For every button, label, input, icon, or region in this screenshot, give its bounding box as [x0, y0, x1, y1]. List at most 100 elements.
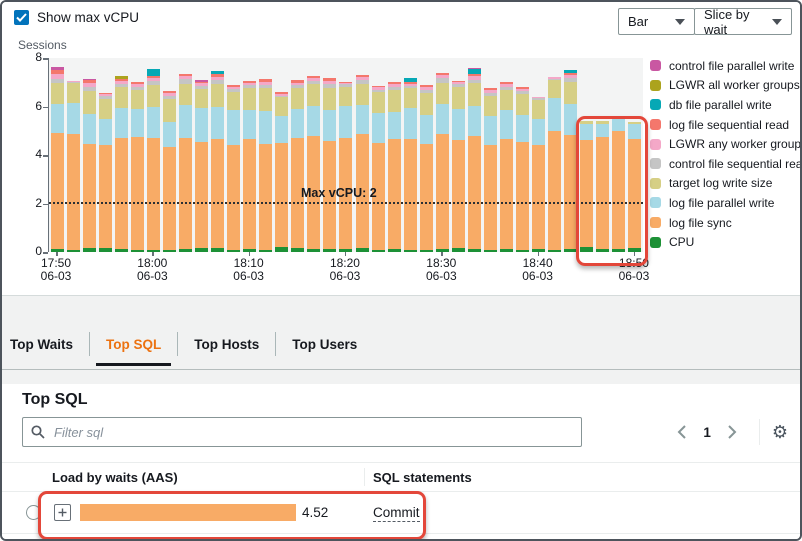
previous-page-button[interactable] [669, 419, 695, 445]
stacked-bar[interactable] [131, 82, 144, 252]
stacked-bar[interactable] [211, 71, 224, 252]
stacked-bar[interactable] [372, 86, 385, 252]
stacked-bar[interactable] [548, 77, 561, 252]
pager-divider [759, 419, 760, 445]
stacked-bar[interactable] [436, 73, 449, 252]
y-tick-mark [43, 252, 48, 254]
tab-top-waits[interactable]: Top Waits [10, 337, 89, 352]
legend-item[interactable]: log file parallel write [650, 193, 802, 213]
tab-top-users[interactable]: Top Users [276, 337, 373, 352]
tab-top-hosts[interactable]: Top Hosts [178, 337, 275, 352]
show-max-vcpu-checkbox[interactable] [14, 10, 29, 25]
legend-label: log file sync [669, 216, 732, 230]
page-number[interactable]: 1 [695, 425, 719, 440]
bar-segment [131, 90, 144, 109]
bar-segment [147, 107, 160, 139]
bar-segment [115, 249, 128, 252]
bar-segment [339, 87, 352, 106]
bar-segment [372, 92, 385, 113]
chart-type-select[interactable]: Bar [618, 8, 695, 35]
bar-segment [356, 248, 369, 252]
bar-segment [163, 250, 176, 252]
stacked-bar[interactable] [468, 68, 481, 252]
legend-swatch [650, 139, 661, 150]
legend-item[interactable]: target log write size [650, 174, 802, 194]
stacked-bar[interactable] [179, 74, 192, 252]
row-highlight-box [38, 491, 426, 540]
stacked-bar[interactable] [532, 97, 545, 252]
column-header-load-by-waits[interactable]: Load by waits (AAS) [52, 470, 178, 485]
bar-segment [227, 145, 240, 249]
stacked-bar[interactable] [291, 80, 304, 252]
tab-top-sql[interactable]: Top SQL [90, 337, 177, 352]
legend-item[interactable]: control file parallel write [650, 56, 802, 76]
settings-gear-button[interactable]: ⚙ [770, 421, 790, 443]
stacked-bar[interactable] [388, 82, 401, 252]
y-tick-mark [43, 155, 48, 157]
next-page-button[interactable] [719, 419, 745, 445]
legend-item[interactable]: log file sequential read [650, 115, 802, 135]
wait-events-legend: control file parallel write LGWR all work… [650, 56, 802, 252]
slice-by-select[interactable]: Slice by wait [694, 8, 792, 35]
stacked-bar[interactable] [452, 81, 465, 252]
stacked-bar[interactable] [83, 79, 96, 252]
check-icon [16, 13, 27, 22]
legend-item[interactable]: control file sequential read [650, 154, 802, 174]
legend-item[interactable]: log file sync [650, 213, 802, 233]
chart-highlight-box [576, 116, 648, 266]
legend-label: log file parallel write [669, 196, 774, 210]
show-max-vcpu-control: Show max vCPU [14, 10, 139, 25]
legend-label: db file parallel write [669, 98, 772, 112]
stacked-bar[interactable] [420, 85, 433, 252]
stacked-bar[interactable] [67, 81, 80, 252]
stacked-bar[interactable] [195, 80, 208, 252]
stacked-bar[interactable] [484, 88, 497, 252]
column-header-sql-statements[interactable]: SQL statements [373, 470, 472, 485]
stacked-bar[interactable] [323, 78, 336, 252]
bar-segment [163, 122, 176, 146]
stacked-bar[interactable] [339, 82, 352, 252]
bar-segment [195, 248, 208, 252]
sql-filter-input[interactable] [52, 424, 573, 441]
bar-segment [420, 250, 433, 252]
sql-filter [22, 417, 582, 447]
stacked-bar[interactable] [115, 76, 128, 252]
stacked-bar[interactable] [259, 79, 272, 252]
bar-segment [323, 249, 336, 252]
stacked-bar[interactable] [51, 67, 64, 252]
stacked-bar[interactable] [99, 93, 112, 252]
stacked-bar[interactable] [356, 75, 369, 252]
stacked-bar[interactable] [147, 69, 160, 252]
legend-item[interactable]: db file parallel write [650, 95, 802, 115]
bar-segment [243, 139, 256, 249]
bar-segment [67, 134, 80, 249]
y-tick-label: 6 [24, 99, 42, 113]
bar-segment [420, 144, 433, 249]
legend-item[interactable]: LGWR all worker groups [650, 76, 802, 96]
bar-segment [420, 115, 433, 144]
legend-item[interactable]: LGWR any worker group [650, 134, 802, 154]
bar-segment [51, 83, 64, 104]
stacked-bar[interactable] [163, 91, 176, 252]
bar-segment [67, 103, 80, 135]
bar-segment [452, 140, 465, 248]
stacked-bar[interactable] [275, 92, 288, 252]
stacked-bar[interactable] [516, 87, 529, 252]
bar-segment [211, 248, 224, 252]
stacked-bar[interactable] [243, 81, 256, 252]
legend-item[interactable]: CPU [650, 232, 802, 252]
bar-segment [115, 108, 128, 137]
bar-segment [307, 84, 320, 106]
bar-segment [227, 250, 240, 252]
x-tick-label: 18:3006-03 [410, 257, 472, 283]
stacked-bar[interactable] [404, 78, 417, 252]
performance-insights-window: Show max vCPU Bar Slice by wait Sessions… [0, 0, 802, 541]
stacked-bar[interactable] [500, 82, 513, 252]
stacked-bar[interactable] [227, 85, 240, 252]
stacked-bar[interactable] [307, 76, 320, 252]
bar-segment [275, 143, 288, 247]
bar-segment [436, 83, 449, 104]
legend-label: LGWR all worker groups [669, 78, 800, 92]
x-tick-label: 18:2006-03 [314, 257, 376, 283]
bar-segment [163, 99, 176, 122]
